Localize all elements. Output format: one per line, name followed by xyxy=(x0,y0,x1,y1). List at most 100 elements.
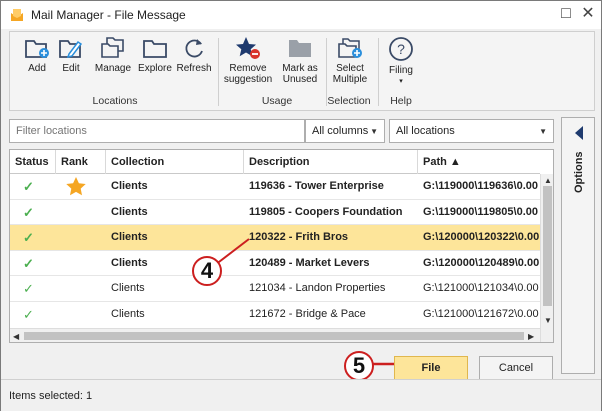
column-header-rank[interactable]: Rank xyxy=(56,150,106,174)
table-row[interactable]: ✓ Clients 121034 - Landon Properties G:\… xyxy=(10,276,540,302)
usage-group-label: Usage xyxy=(261,95,293,107)
mail-manager-app-icon xyxy=(11,9,23,21)
explore-folder-icon xyxy=(143,40,167,58)
scroll-up-icon[interactable]: ▲ xyxy=(544,176,552,185)
description-cell: 120489 - Market Levers xyxy=(249,256,370,269)
ribbon-divider xyxy=(378,38,379,106)
locations-select-value: All locations xyxy=(396,125,455,137)
file-message-window: Mail Manager - File Message □ ✕ Add Edit xyxy=(0,0,602,411)
table-row[interactable]: ✓ Clients 121672 - Bridge & Pace G:\1210… xyxy=(10,302,540,328)
table-row[interactable]: ✓ Clients 119805 - Coopers Foundation G:… xyxy=(10,200,540,225)
status-check-icon: ✓ xyxy=(23,179,34,194)
column-header-description[interactable]: Description xyxy=(244,150,418,174)
scroll-down-icon[interactable]: ▼ xyxy=(544,316,552,325)
explore-label: Explore xyxy=(138,63,172,74)
vertical-scrollbar[interactable]: ▲ ▼ xyxy=(540,174,553,342)
add-button[interactable]: Add xyxy=(20,36,54,74)
callout-5: 5 xyxy=(344,351,374,381)
filing-label: Filing xyxy=(389,65,413,76)
select-multiple-label-1: Select xyxy=(336,63,364,74)
horizontal-scrollbar[interactable]: ◀ ▶ xyxy=(10,328,540,342)
status-check-icon: ✓ xyxy=(23,204,34,220)
path-cell: G:\120000\120322\0.00 I xyxy=(423,231,540,243)
title-bar: Mail Manager - File Message □ ✕ xyxy=(1,1,601,29)
locations-select[interactable]: All locations ▼ xyxy=(389,119,554,143)
callout-4: 4 xyxy=(192,256,222,286)
options-label: Options xyxy=(573,151,585,193)
help-question-icon: ? xyxy=(389,37,413,61)
window-title: Mail Manager - File Message xyxy=(31,8,186,22)
add-label: Add xyxy=(28,63,46,74)
mark-as-unused-label-2: Unused xyxy=(282,74,318,85)
manage-button[interactable]: Manage xyxy=(92,36,134,74)
rank-star-icon xyxy=(66,177,86,196)
manage-folders-icon xyxy=(101,37,124,58)
columns-select-value: All columns xyxy=(312,125,369,137)
description-cell: 121672 - Bridge & Pace xyxy=(249,307,366,320)
mark-as-unused-label-1: Mark as xyxy=(282,63,318,74)
items-selected-text: Items selected: 1 xyxy=(9,390,93,402)
close-icon[interactable]: ✕ xyxy=(579,5,597,23)
chevron-down-icon: ▼ xyxy=(539,127,547,136)
svg-text:?: ? xyxy=(397,41,405,57)
scroll-right-icon[interactable]: ▶ xyxy=(528,332,534,341)
edit-label: Edit xyxy=(62,63,80,74)
table-row-selected[interactable]: ✓ Clients 120322 - Frith Bros G:\120000\… xyxy=(10,225,540,251)
ribbon-divider xyxy=(218,38,219,106)
path-cell: G:\121000\121672\0.00 Em xyxy=(423,307,540,320)
collection-cell: Clients xyxy=(111,307,145,320)
chevron-down-icon: ▼ xyxy=(370,127,378,136)
column-header-collection[interactable]: Collection xyxy=(106,150,244,174)
select-multiple-icon xyxy=(338,38,362,58)
ribbon-toolbar: Add Edit Manage Explore Refresh Location… xyxy=(9,31,595,111)
path-cell: G:\120000\120489\0.00 I xyxy=(423,256,540,269)
description-cell: 119805 - Coopers Foundation xyxy=(249,205,403,218)
scroll-left-icon[interactable]: ◀ xyxy=(13,332,19,341)
explore-button[interactable]: Explore xyxy=(134,36,176,74)
unused-folder-icon xyxy=(289,40,311,57)
help-group-label: Help xyxy=(390,95,412,107)
file-button[interactable]: File xyxy=(394,356,468,380)
locations-group-label: Locations xyxy=(92,95,138,107)
description-cell: 120322 - Frith Bros xyxy=(249,231,349,243)
vertical-scroll-thumb[interactable] xyxy=(543,186,552,306)
table-row[interactable]: ✓ Clients 119636 - Tower Enterprise G:\1… xyxy=(10,174,540,200)
column-header-path[interactable]: Path ▲ xyxy=(418,150,540,174)
manage-label: Manage xyxy=(94,63,132,74)
collection-cell: Clients xyxy=(111,205,148,218)
path-cell: G:\119000\119805\0.00 I xyxy=(423,205,540,218)
description-cell: 119636 - Tower Enterprise xyxy=(249,180,384,192)
remove-suggestion-button[interactable]: Remove suggestion xyxy=(222,36,274,85)
selection-group-label: Selection xyxy=(327,95,371,107)
edit-button[interactable]: Edit xyxy=(56,36,86,74)
remove-suggestion-label-2: suggestion xyxy=(223,74,273,85)
refresh-label: Refresh xyxy=(176,63,212,74)
filter-locations-input[interactable] xyxy=(9,119,305,143)
table-row[interactable]: ✓ Clients 120489 - Market Levers G:\1200… xyxy=(10,251,540,276)
collection-cell: Clients xyxy=(111,282,145,294)
filing-help-button[interactable]: ? Filing ▾ xyxy=(384,36,418,87)
select-multiple-label-2: Multiple xyxy=(332,74,368,85)
options-panel[interactable]: Options xyxy=(561,117,595,374)
refresh-icon xyxy=(185,39,203,58)
column-header-status[interactable]: Status xyxy=(10,150,56,174)
select-multiple-button[interactable]: Select Multiple xyxy=(328,36,372,85)
status-check-icon: ✓ xyxy=(23,306,34,322)
status-check-icon: ✓ xyxy=(23,230,34,245)
description-cell: 121034 - Landon Properties xyxy=(249,282,386,294)
status-check-icon: ✓ xyxy=(23,255,34,271)
collection-cell: Clients xyxy=(111,180,148,192)
filing-dropdown-icon: ▾ xyxy=(399,78,403,85)
path-cell: G:\119000\119636\0.00 I xyxy=(423,180,540,192)
maximize-icon[interactable]: □ xyxy=(557,5,575,23)
edit-folder-icon xyxy=(59,40,83,59)
status-bar: Items selected: 1 xyxy=(1,379,601,411)
columns-select[interactable]: All columns ▼ xyxy=(305,119,385,143)
collapse-left-arrow-icon[interactable] xyxy=(573,126,585,140)
refresh-button[interactable]: Refresh xyxy=(174,36,214,74)
mark-as-unused-button[interactable]: Mark as Unused xyxy=(276,36,324,85)
cancel-button[interactable]: Cancel xyxy=(479,356,553,380)
horizontal-scroll-thumb[interactable] xyxy=(24,332,524,340)
remove-star-icon xyxy=(236,37,260,59)
path-cell: G:\121000\121034\0.00 Em xyxy=(423,282,540,294)
